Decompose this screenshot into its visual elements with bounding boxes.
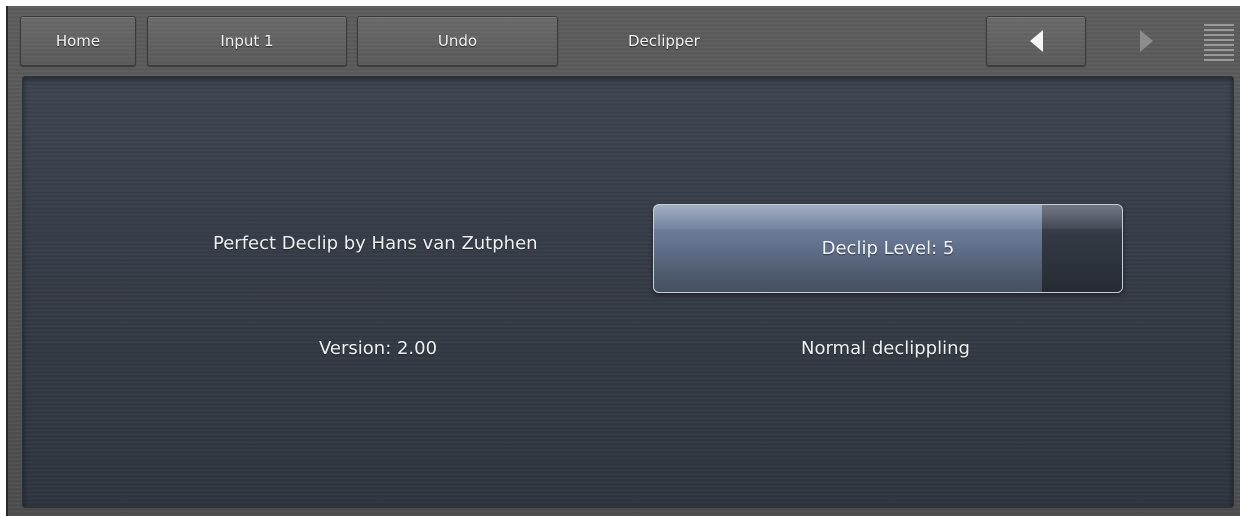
input-button[interactable]: Input 1 bbox=[147, 16, 347, 66]
plugin-name-label: Perfect Declip by Hans van Zutphen bbox=[213, 233, 538, 254]
app-window: Home Input 1 Undo Declipper Perfect Decl… bbox=[6, 6, 1240, 516]
declip-level-button[interactable]: Declip Level: 5 bbox=[653, 204, 1123, 293]
menu-icon[interactable] bbox=[1204, 24, 1234, 64]
declip-level-unfilled bbox=[1042, 205, 1122, 292]
previous-button[interactable] bbox=[986, 16, 1086, 66]
declip-level-label: Declip Level: 5 bbox=[821, 238, 955, 259]
toolbar: Home Input 1 Undo Declipper bbox=[8, 6, 1240, 72]
arrow-left-icon bbox=[1029, 30, 1043, 52]
arrow-right-icon bbox=[1139, 30, 1153, 52]
mode-label: Normal declippling bbox=[801, 338, 970, 359]
version-label: Version: 2.00 bbox=[319, 338, 438, 359]
button-gloss bbox=[654, 205, 1122, 229]
undo-button[interactable]: Undo bbox=[357, 16, 558, 66]
declipper-panel: Perfect Declip by Hans van Zutphen Versi… bbox=[22, 76, 1234, 508]
next-button[interactable] bbox=[1096, 16, 1196, 66]
page-title: Declipper bbox=[628, 32, 700, 50]
home-button[interactable]: Home bbox=[20, 16, 136, 66]
